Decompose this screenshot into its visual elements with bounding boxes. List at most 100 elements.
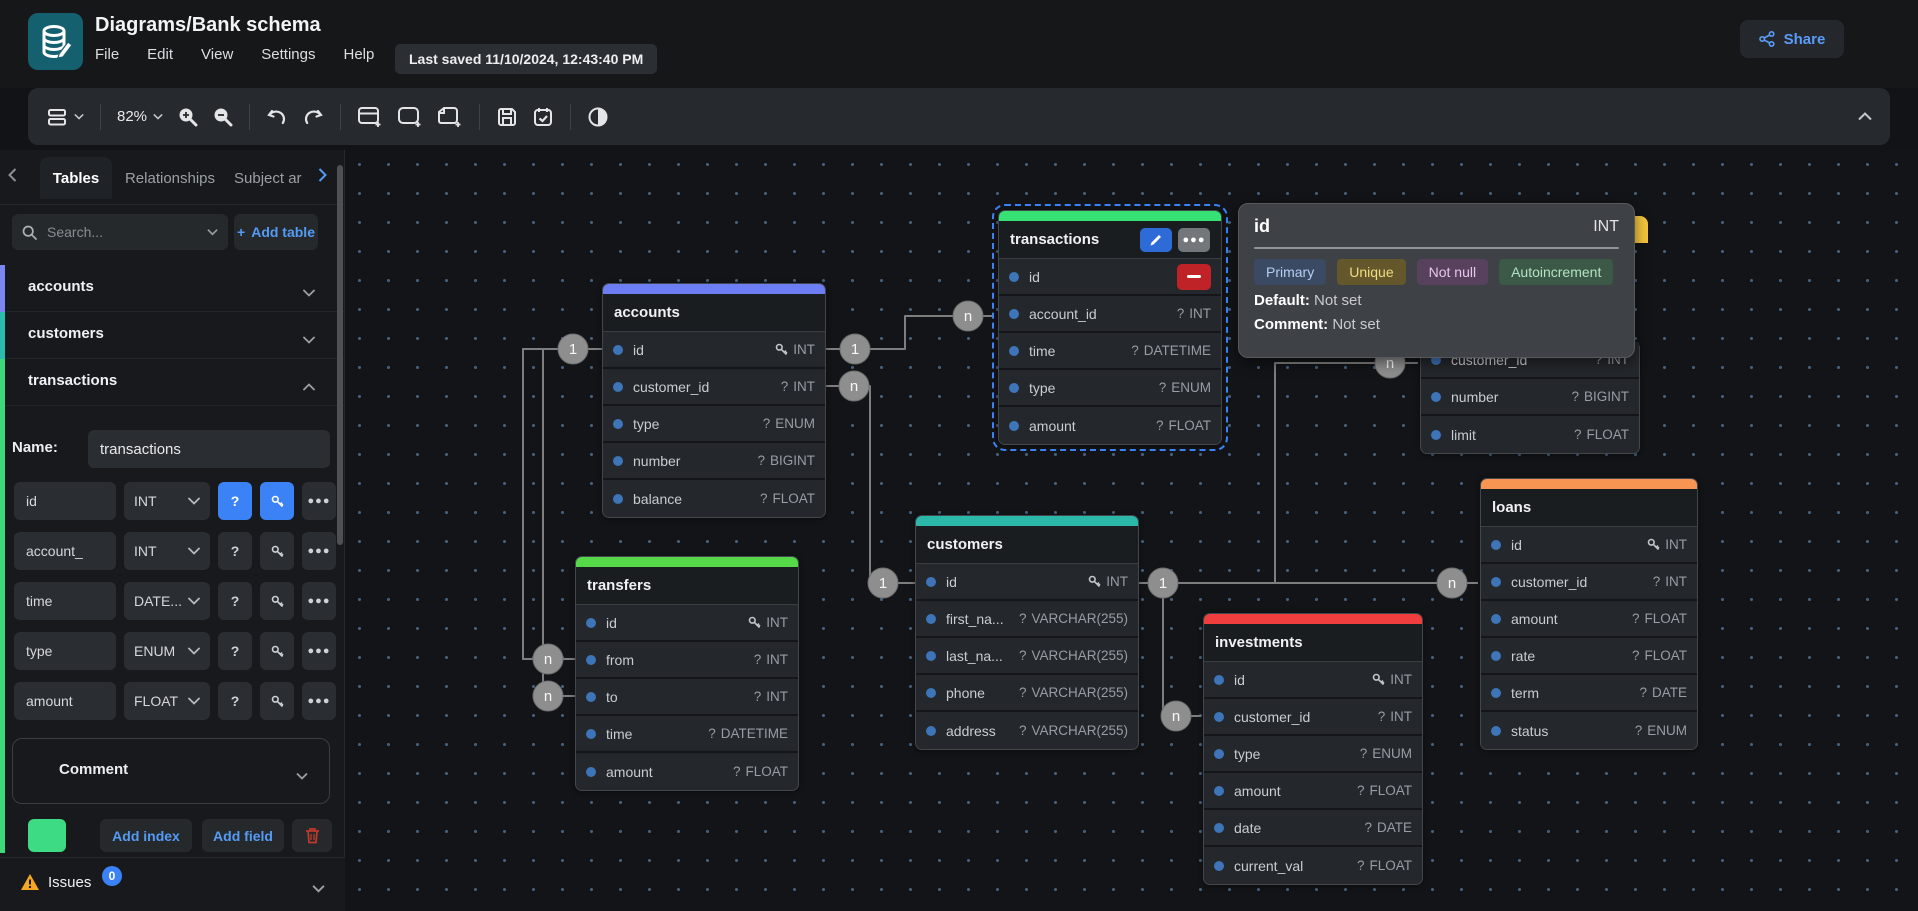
add-area-button[interactable] xyxy=(397,105,423,129)
table-field-row[interactable]: number?BIGINT xyxy=(603,443,825,480)
field-type-select[interactable]: DATE... xyxy=(124,582,210,620)
zoom-out-button[interactable] xyxy=(212,106,233,127)
table-field-row[interactable]: rate?FLOAT xyxy=(1481,638,1697,675)
menu-settings[interactable]: Settings xyxy=(261,46,315,63)
tabs-scroll-left-icon[interactable] xyxy=(8,168,17,187)
table-field-row[interactable]: status?ENUM xyxy=(1481,712,1697,749)
table-field-row[interactable]: to?INT xyxy=(576,679,798,716)
zoom-in-button[interactable] xyxy=(177,106,198,127)
app-logo-icon[interactable] xyxy=(28,13,83,70)
add-note-button[interactable] xyxy=(437,105,463,129)
theme-contrast-button[interactable] xyxy=(587,106,609,128)
table-color-swatch[interactable] xyxy=(28,819,66,852)
table-field-row[interactable]: id xyxy=(999,259,1221,296)
undo-button[interactable] xyxy=(266,107,288,127)
table-field-row[interactable]: term?DATE xyxy=(1481,675,1697,712)
table-field-row[interactable]: number?BIGINT xyxy=(1421,379,1639,416)
table-name-input[interactable]: transactions xyxy=(88,430,330,468)
primary-key-toggle[interactable] xyxy=(260,482,294,520)
field-more-button[interactable]: ●●● xyxy=(302,532,336,570)
field-more-button[interactable]: ●●● xyxy=(302,482,336,520)
zoom-level-dropdown[interactable]: 82% xyxy=(117,108,163,125)
sidebar-table-item-transactions[interactable]: transactions xyxy=(0,359,345,406)
canvas-table-customers[interactable]: customersidINTfirst_na...?VARCHAR(255)la… xyxy=(915,515,1139,750)
tab-subject-areas[interactable]: Subject ar xyxy=(234,157,312,199)
primary-key-toggle[interactable] xyxy=(260,682,294,720)
relationship-line[interactable] xyxy=(1275,363,1418,583)
primary-key-toggle[interactable] xyxy=(260,582,294,620)
save-button[interactable] xyxy=(496,106,518,128)
primary-key-toggle[interactable] xyxy=(260,532,294,570)
menu-view[interactable]: View xyxy=(201,46,233,63)
add-index-button[interactable]: Add index xyxy=(100,819,192,852)
field-name-input[interactable]: account_ xyxy=(14,532,116,570)
field-more-button[interactable]: ●●● xyxy=(302,632,336,670)
table-field-row[interactable]: customer_id?INT xyxy=(1481,564,1697,601)
table-field-row[interactable]: type?ENUM xyxy=(999,370,1221,407)
relationship-line[interactable] xyxy=(1163,583,1201,716)
table-field-row[interactable]: limit?FLOAT xyxy=(1421,416,1639,453)
table-field-row[interactable]: amount?FLOAT xyxy=(999,407,1221,444)
tab-relationships[interactable]: Relationships xyxy=(118,157,222,199)
table-field-row[interactable]: type?ENUM xyxy=(1204,736,1422,773)
sidebar-table-item-customers[interactable]: customers xyxy=(0,312,345,359)
table-field-row[interactable]: current_val?FLOAT xyxy=(1204,847,1422,884)
table-field-row[interactable]: account_id?INT xyxy=(999,296,1221,333)
table-field-row[interactable]: time?DATETIME xyxy=(999,333,1221,370)
redo-button[interactable] xyxy=(302,107,324,127)
nullable-toggle[interactable]: ? xyxy=(218,532,252,570)
table-field-row[interactable]: amount?FLOAT xyxy=(1481,601,1697,638)
canvas-table-transfers[interactable]: transfersidINTfrom?INTto?INTtime?DATETIM… xyxy=(575,556,799,791)
table-field-row[interactable]: amount?FLOAT xyxy=(576,753,798,790)
issues-footer[interactable]: Issues 0 xyxy=(0,857,345,911)
field-more-button[interactable]: ●●● xyxy=(302,682,336,720)
table-field-row[interactable]: customer_id?INT xyxy=(1204,699,1422,736)
tab-tables[interactable]: Tables xyxy=(40,157,112,199)
tabs-scroll-right-icon[interactable] xyxy=(318,168,327,187)
add-table-icon-button[interactable] xyxy=(357,105,383,129)
menu-edit[interactable]: Edit xyxy=(147,46,173,63)
add-table-button[interactable]: + Add table xyxy=(234,214,318,250)
menu-file[interactable]: File xyxy=(95,46,119,63)
table-field-row[interactable]: address?VARCHAR(255) xyxy=(916,712,1138,749)
task-calendar-button[interactable] xyxy=(532,106,554,128)
field-name-input[interactable]: id xyxy=(14,482,116,520)
field-type-select[interactable]: ENUM xyxy=(124,632,210,670)
add-field-button[interactable]: Add field xyxy=(202,819,284,852)
field-type-select[interactable]: FLOAT xyxy=(124,682,210,720)
nullable-toggle[interactable]: ? xyxy=(218,682,252,720)
field-type-select[interactable]: INT xyxy=(124,532,210,570)
sidebar-table-item-accounts[interactable]: accounts xyxy=(0,265,345,312)
table-field-row[interactable]: time?DATETIME xyxy=(576,716,798,753)
nullable-toggle[interactable]: ? xyxy=(218,482,252,520)
layout-options-button[interactable] xyxy=(46,107,84,127)
table-more-button[interactable]: ●●● xyxy=(1178,228,1210,252)
table-field-row[interactable]: from?INT xyxy=(576,642,798,679)
table-field-row[interactable]: customer_id?INT xyxy=(603,369,825,406)
table-field-row[interactable]: idINT xyxy=(1204,662,1422,699)
collapse-toolbar-button[interactable] xyxy=(1858,112,1872,121)
table-field-row[interactable]: balance?FLOAT xyxy=(603,480,825,517)
nullable-toggle[interactable]: ? xyxy=(218,632,252,670)
table-field-row[interactable]: amount?FLOAT xyxy=(1204,773,1422,810)
table-field-row[interactable]: date?DATE xyxy=(1204,810,1422,847)
share-button[interactable]: Share xyxy=(1740,20,1844,58)
diagram-canvas[interactable]: 1nn1nn11nnn accountsidINTcustomer_id?INT… xyxy=(345,150,1918,911)
field-type-select[interactable]: INT xyxy=(124,482,210,520)
table-field-row[interactable]: last_na...?VARCHAR(255) xyxy=(916,638,1138,675)
relationship-line[interactable] xyxy=(826,386,915,583)
primary-key-toggle[interactable] xyxy=(260,632,294,670)
table-field-row[interactable]: idINT xyxy=(603,332,825,369)
delete-table-button[interactable] xyxy=(292,819,332,852)
table-field-row[interactable]: first_na...?VARCHAR(255) xyxy=(916,601,1138,638)
field-name-input[interactable]: type xyxy=(14,632,116,670)
sidebar-scrollbar[interactable] xyxy=(337,165,343,545)
comment-section[interactable]: Comment xyxy=(12,738,330,804)
delete-field-button[interactable] xyxy=(1177,264,1211,290)
canvas-table-transactions[interactable]: transactions●●●idaccount_id?INTtime?DATE… xyxy=(998,210,1222,445)
table-field-row[interactable]: phone?VARCHAR(255) xyxy=(916,675,1138,712)
table-field-row[interactable]: idINT xyxy=(1481,527,1697,564)
search-input[interactable]: Search... xyxy=(12,214,228,250)
table-field-row[interactable]: idINT xyxy=(916,564,1138,601)
canvas-table-accounts[interactable]: accountsidINTcustomer_id?INTtype?ENUMnum… xyxy=(602,283,826,518)
